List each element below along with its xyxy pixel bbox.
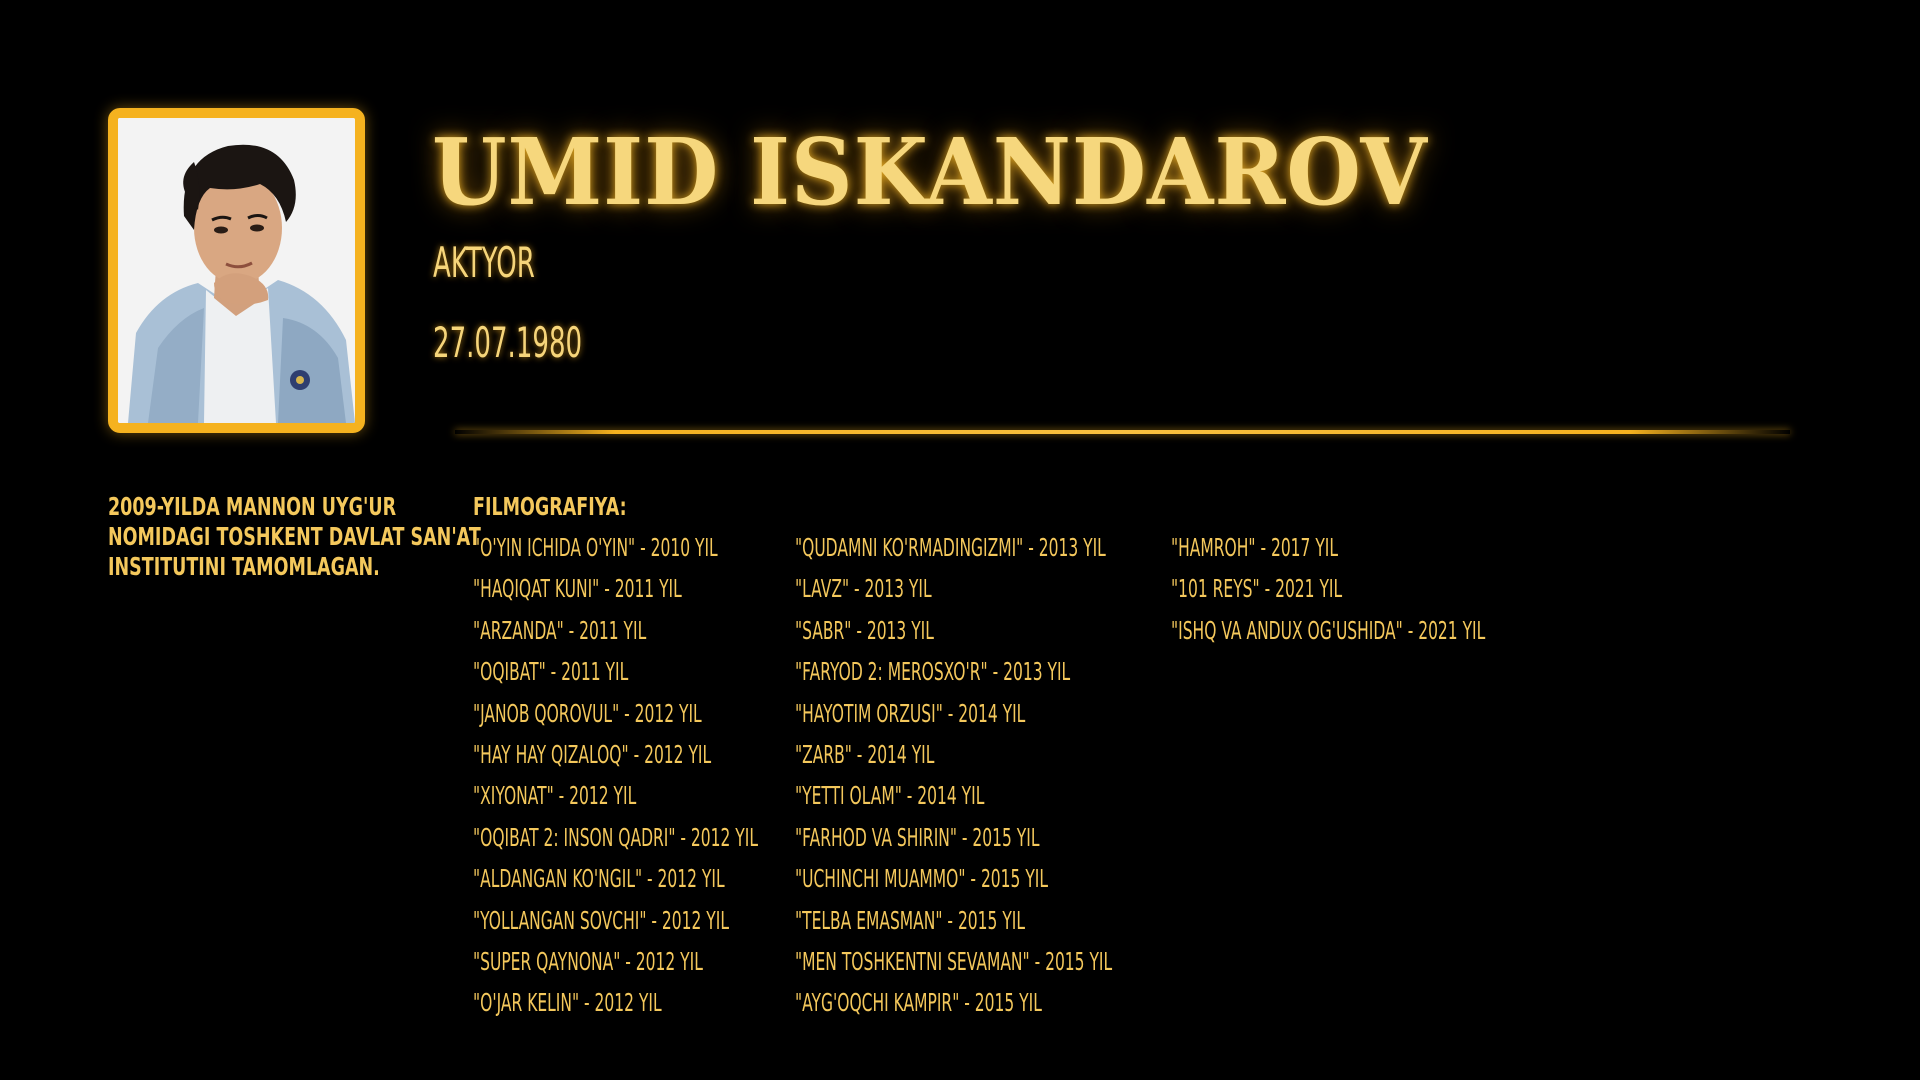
film-item: "HAYOTIM ORZUSI" - 2014 YIL bbox=[795, 698, 1026, 728]
bio-line: 2009-YILDA MANNON UYG'UR bbox=[108, 492, 397, 521]
actor-photo bbox=[108, 108, 365, 433]
film-item: "HAY HAY QIZALOQ" - 2012 YIL bbox=[473, 739, 712, 769]
gold-divider bbox=[455, 430, 1790, 434]
film-item: "ALDANGAN KO'NGIL" - 2012 YIL bbox=[473, 864, 725, 894]
bio-text: 2009-YILDA MANNON UYG'UR NOMIDAGI TOSHKE… bbox=[108, 492, 481, 582]
film-item: "AYG'OQCHI KAMPIR" - 2015 YIL bbox=[795, 988, 1042, 1018]
film-item: "XIYONAT" - 2012 YIL bbox=[473, 781, 637, 811]
film-item: "101 REYS" - 2021 YIL bbox=[1171, 574, 1343, 604]
film-item: "QUDAMNI KO'RMADINGIZMI" - 2013 YIL bbox=[795, 533, 1106, 562]
film-item: "HAMROH" - 2017 YIL bbox=[1171, 533, 1339, 562]
filmography-column-3: "HAMROH" - 2017 YIL "101 REYS" - 2021 YI… bbox=[1171, 533, 1678, 657]
birth-date: 27.07.1980 bbox=[433, 318, 583, 367]
film-item: "MEN TOSHKENTNI SEVAMAN" - 2015 YIL bbox=[795, 946, 1113, 976]
film-item: "SABR" - 2013 YIL bbox=[795, 615, 934, 645]
film-item: "HAQIQAT KUNI" - 2011 YIL bbox=[473, 574, 682, 604]
film-item: "JANOB QOROVUL" - 2012 YIL bbox=[473, 698, 702, 728]
film-item: "OQIBAT 2: INSON QADRI" - 2012 YIL bbox=[473, 822, 758, 852]
film-item: "ZARB" - 2014 YIL bbox=[795, 739, 935, 769]
film-item: "SUPER QAYNONA" - 2012 YIL bbox=[473, 946, 703, 976]
portrait-photo-icon bbox=[118, 118, 355, 423]
film-item: "OQIBAT" - 2011 YIL bbox=[473, 657, 629, 687]
film-item: "TELBA EMASMAN" - 2015 YIL bbox=[795, 905, 1026, 935]
actor-role: AKTYOR bbox=[433, 238, 535, 287]
film-item: "O'JAR KELIN" - 2012 YIL bbox=[473, 988, 662, 1018]
film-item: "LAVZ" - 2013 YIL bbox=[795, 574, 932, 604]
bio-line: INSTITUTINI TAMOMLAGAN. bbox=[108, 552, 380, 581]
film-item: "FARYOD 2: MEROSXO'R" - 2013 YIL bbox=[795, 657, 1071, 687]
film-item: "O'YIN ICHIDA O'YIN" - 2010 YIL bbox=[473, 533, 718, 562]
actor-name: UMID ISKANDAROV bbox=[432, 118, 1428, 226]
film-item: "ISHQ VA ANDUX OG'USHIDA" - 2021 YIL bbox=[1171, 615, 1486, 645]
bio-line: NOMIDAGI TOSHKENT DAVLAT SAN'AT bbox=[108, 522, 481, 551]
film-item: "UCHINCHI MUAMMO" - 2015 YIL bbox=[795, 864, 1048, 894]
film-item: "YETTI OLAM" - 2014 YIL bbox=[795, 781, 985, 811]
film-item: "ARZANDA" - 2011 YIL bbox=[473, 615, 647, 645]
film-item: "YOLLANGAN SOVCHI" - 2012 YIL bbox=[473, 905, 729, 935]
film-item: "FARHOD VA SHIRIN" - 2015 YIL bbox=[795, 822, 1040, 852]
filmography-title: FILMOGRAFIYA: bbox=[473, 492, 627, 521]
